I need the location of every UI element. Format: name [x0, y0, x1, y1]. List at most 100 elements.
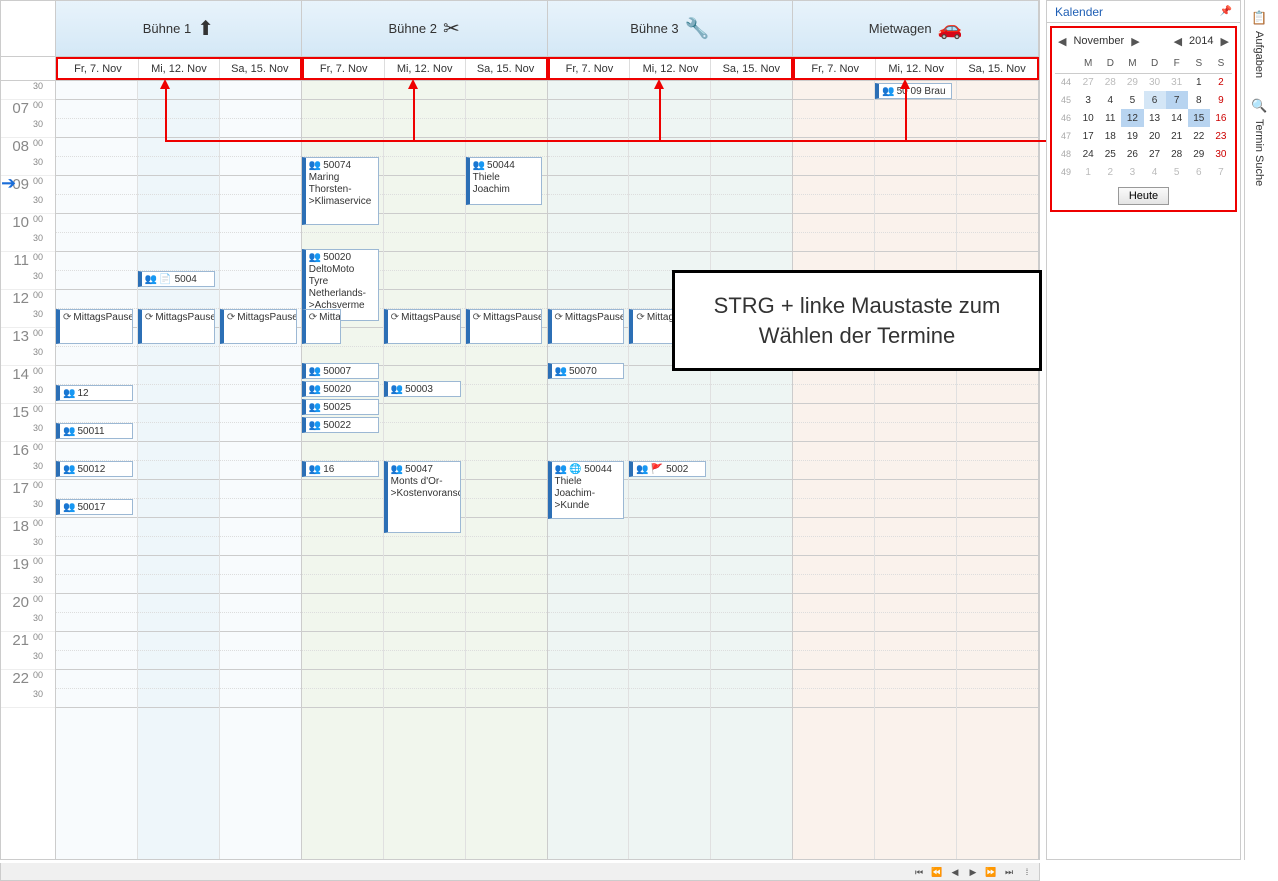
mini-calendar-day[interactable]: 8 [1188, 91, 1210, 109]
mini-calendar-day[interactable]: 7 [1166, 91, 1188, 109]
day-column[interactable] [957, 81, 1038, 859]
mini-calendar-day[interactable]: 19 [1121, 127, 1143, 145]
mini-calendar-day[interactable]: 20 [1144, 127, 1166, 145]
day-column[interactable] [793, 81, 875, 859]
mini-calendar-day[interactable]: 5 [1166, 163, 1188, 181]
day-column[interactable] [711, 81, 792, 859]
appointment[interactable]: ⟳MittagsPause [384, 309, 461, 344]
prev-year-icon[interactable]: ◀ [1171, 35, 1185, 48]
mini-calendar-day[interactable]: 30 [1144, 73, 1166, 91]
mini-calendar-day[interactable]: 7 [1210, 163, 1232, 181]
appointment[interactable]: 👥50047 Monts d'Or->Kostenvoranschlag [384, 461, 461, 533]
mini-calendar-day[interactable]: 2 [1210, 73, 1232, 91]
tab-aufgaben[interactable]: 📋 Aufgaben [1245, 0, 1273, 88]
appointment[interactable]: 👥12 [56, 385, 133, 401]
day-column[interactable]: 👥50074 Maring Thorsten->Klimaservice 👥500… [302, 81, 384, 859]
date-column-header[interactable]: Fr, 7. Nov [304, 59, 385, 78]
next-year-icon[interactable]: ▶ [1218, 35, 1232, 48]
appointment[interactable]: 👥50022 [302, 417, 379, 433]
scheduler-grid[interactable]: ➔ 30070030080030090030100030110030120030… [1, 81, 1039, 859]
mini-calendar-day[interactable]: 29 [1188, 145, 1210, 163]
appointment[interactable]: ⟳MittagsPause [56, 309, 133, 344]
appointment[interactable]: 👥50025 [302, 399, 379, 415]
mini-calendar-day[interactable]: 10 [1077, 109, 1099, 127]
day-column[interactable]: 👥50 09 Brau [875, 81, 957, 859]
pin-icon[interactable]: 📌 [1220, 6, 1232, 17]
mini-calendar-day[interactable]: 13 [1144, 109, 1166, 127]
appointment[interactable]: 👥🚩 5002 [629, 461, 706, 477]
mini-calendar-grid[interactable]: MDMDFSS 44272829303112453456789461011121… [1055, 55, 1232, 181]
appointment[interactable]: 👥50011 [56, 423, 133, 439]
tab-termin-suche[interactable]: 🔍 Termin Suche [1245, 88, 1273, 196]
day-column[interactable]: ⟳MittagsPause👥50070👥🌐 50044 Thiele Joach… [548, 81, 630, 859]
date-column-header[interactable]: Fr, 7. Nov [58, 59, 139, 78]
prev-month-icon[interactable]: ◀ [1055, 35, 1069, 48]
scroll-settings-icon[interactable]: ⁞ [1019, 865, 1035, 879]
appointment[interactable]: 👥50017 [56, 499, 133, 515]
day-column[interactable]: 👥📄 5004⟳MittagsPause [138, 81, 220, 859]
mini-calendar-day[interactable]: 18 [1099, 127, 1121, 145]
mini-calendar-day[interactable]: 6 [1144, 91, 1166, 109]
mini-calendar-day[interactable]: 2 [1099, 163, 1121, 181]
mini-calendar-day[interactable]: 27 [1144, 145, 1166, 163]
scroll-forward-full-icon[interactable]: ⏭ [1001, 865, 1017, 879]
mini-calendar-day[interactable]: 27 [1077, 73, 1099, 91]
mini-calendar-day[interactable]: 22 [1188, 127, 1210, 145]
mini-calendar-day[interactable]: 4 [1144, 163, 1166, 181]
resource-cell[interactable]: Bühne 3 🔧 [548, 1, 794, 56]
appointment[interactable]: 👥📄 5004 [138, 271, 215, 287]
scroll-next-icon[interactable]: ▶ [965, 865, 981, 879]
resource-cell[interactable]: Mietwagen 🚗 [793, 1, 1039, 56]
next-month-icon[interactable]: ▶ [1128, 35, 1142, 48]
appointment[interactable]: 👥50007 [302, 363, 379, 379]
mini-calendar-day[interactable]: 12 [1121, 109, 1143, 127]
day-column[interactable]: ⟳MittagsPause [220, 81, 301, 859]
appointment[interactable]: ⟳MittagsPause [548, 309, 625, 344]
resource-cell[interactable]: Bühne 1 ⬆ [56, 1, 302, 56]
scroll-rewind-icon[interactable]: ⏪ [929, 865, 945, 879]
date-column-header[interactable]: Mi, 12. Nov [876, 59, 957, 78]
mini-calendar-day[interactable]: 5 [1121, 91, 1143, 109]
date-column-header[interactable]: Sa, 15. Nov [466, 59, 546, 78]
horizontal-scrollbar[interactable]: ⏮ ⏪ ◀ ▶ ⏩ ⏭ ⁞ [0, 863, 1040, 881]
resource-cell[interactable]: Bühne 2 ✂ [302, 1, 548, 56]
date-column-header[interactable]: Mi, 12. Nov [630, 59, 711, 78]
mini-calendar-day[interactable]: 3 [1121, 163, 1143, 181]
mini-calendar-day[interactable]: 31 [1166, 73, 1188, 91]
mini-calendar-day[interactable]: 25 [1099, 145, 1121, 163]
date-column-header[interactable]: Mi, 12. Nov [139, 59, 220, 78]
mini-calendar-day[interactable]: 21 [1166, 127, 1188, 145]
appointment[interactable]: 👥50 09 Brau [875, 83, 952, 99]
mini-calendar-day[interactable]: 1 [1077, 163, 1099, 181]
mini-calendar-day[interactable]: 15 [1188, 109, 1210, 127]
mini-calendar-day[interactable]: 30 [1210, 145, 1232, 163]
mini-calendar-day[interactable]: 28 [1099, 73, 1121, 91]
appointment[interactable]: 👥50074 Maring Thorsten->Klimaservice [302, 157, 379, 225]
appointment[interactable]: ⟳MittagsPause [466, 309, 543, 344]
appointment[interactable]: 👥50070 [548, 363, 625, 379]
appointment[interactable]: 👥50003 [384, 381, 461, 397]
appointment[interactable]: 👥16 [302, 461, 379, 477]
date-column-header[interactable]: Sa, 15. Nov [220, 59, 300, 78]
day-column[interactable]: ⟳MittagsPause 👥12 👥50011 👥50012 👥50017 [56, 81, 138, 859]
mini-calendar-day[interactable]: 23 [1210, 127, 1232, 145]
date-column-header[interactable]: Sa, 15. Nov [957, 59, 1037, 78]
date-column-header[interactable]: Mi, 12. Nov [385, 59, 466, 78]
mini-calendar-day[interactable]: 24 [1077, 145, 1099, 163]
appointment[interactable]: 👥50020 [302, 381, 379, 397]
mini-calendar-day[interactable]: 26 [1121, 145, 1143, 163]
mini-calendar-day[interactable]: 6 [1188, 163, 1210, 181]
mini-calendar-day[interactable]: 16 [1210, 109, 1232, 127]
scroll-prev-icon[interactable]: ◀ [947, 865, 963, 879]
appointment[interactable]: ⟳MittagsPause [302, 309, 341, 344]
mini-calendar-day[interactable]: 29 [1121, 73, 1143, 91]
appointment[interactable]: 👥50044 Thiele Joachim [466, 157, 543, 205]
mini-calendar-day[interactable]: 17 [1077, 127, 1099, 145]
mini-calendar-day[interactable]: 9 [1210, 91, 1232, 109]
date-column-header[interactable]: Sa, 15. Nov [711, 59, 791, 78]
appointment[interactable]: 👥50012 [56, 461, 133, 477]
day-column[interactable]: ⟳MittagsP👥🚩 5002 [629, 81, 711, 859]
mini-calendar-day[interactable]: 28 [1166, 145, 1188, 163]
mini-calendar-day[interactable]: 4 [1099, 91, 1121, 109]
mini-calendar-day[interactable]: 3 [1077, 91, 1099, 109]
